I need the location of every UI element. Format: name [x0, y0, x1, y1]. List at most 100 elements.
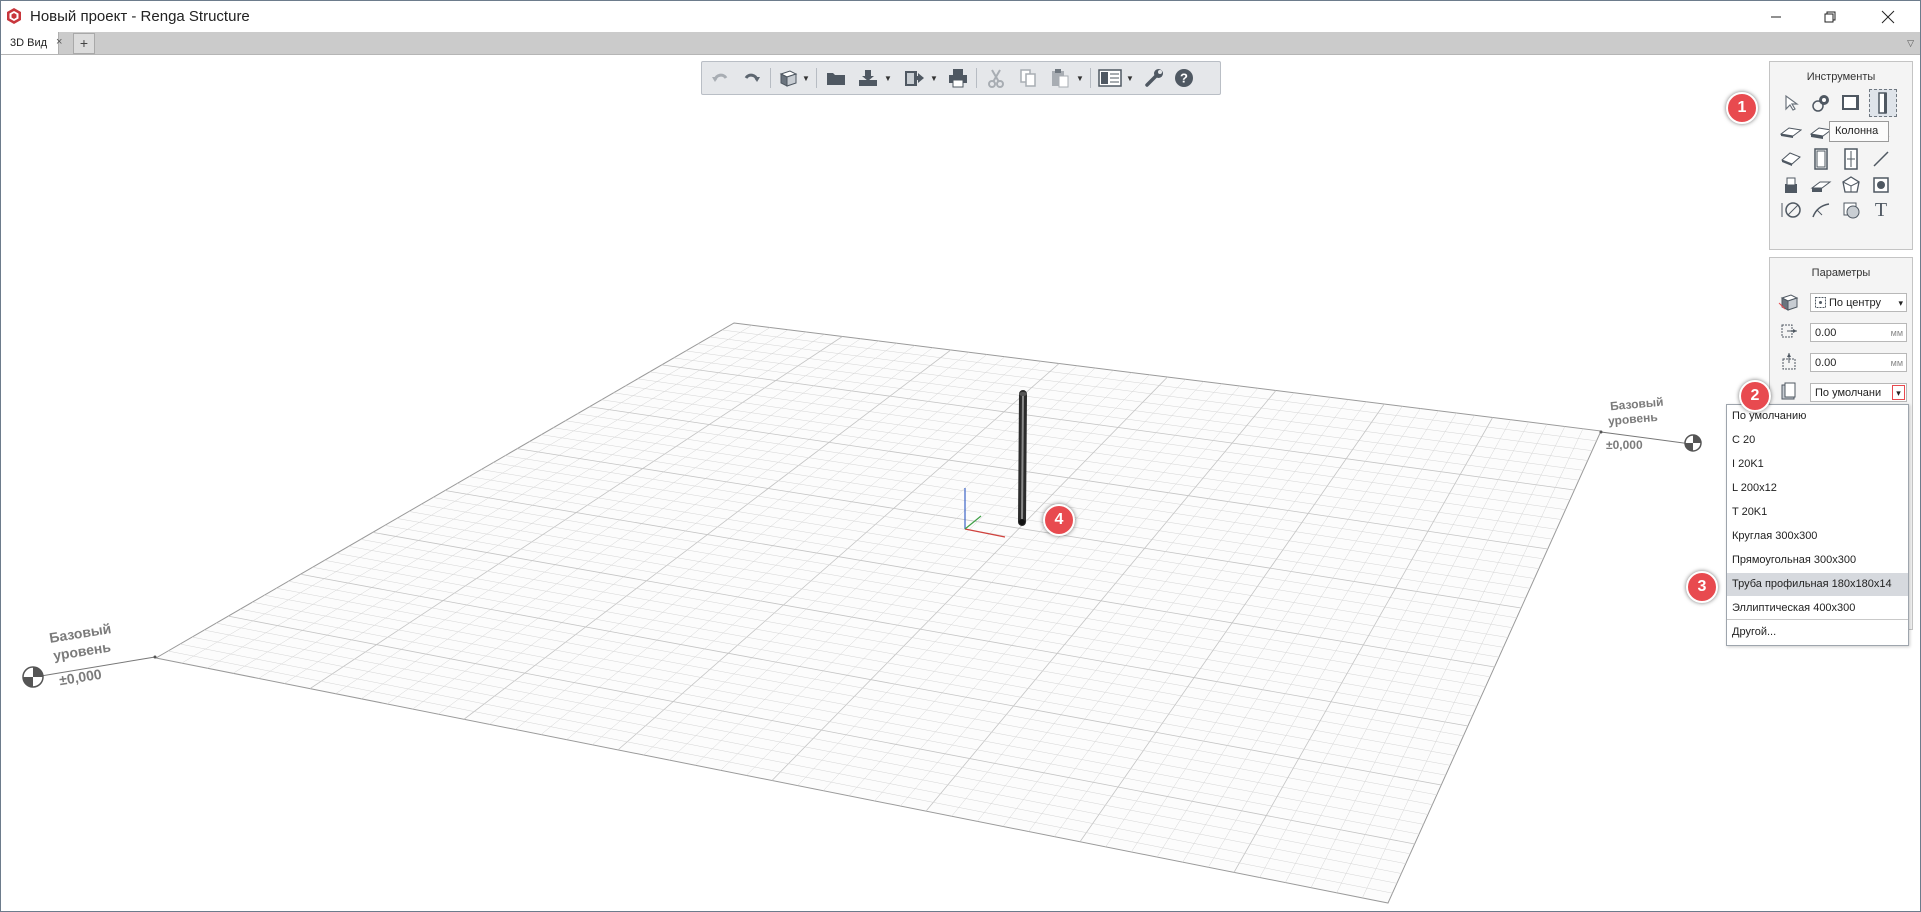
horizontal-offset-icon	[1778, 320, 1800, 342]
elevation-mark-tool[interactable]	[1808, 197, 1834, 223]
offset-z-field[interactable]: 0.00 мм	[1810, 353, 1907, 372]
alignment-dropdown-arrow[interactable]: ▾	[1898, 298, 1903, 309]
section-option[interactable]: Эллиптическая 400x300	[1727, 597, 1908, 620]
section-dropdown-list: По умолчанию C 20 I 20K1 L 200x12 T 20K1…	[1726, 404, 1909, 646]
section-option[interactable]: I 20K1	[1727, 453, 1908, 476]
text-tool-glyph: T	[1874, 198, 1888, 221]
window-tool[interactable]	[1838, 146, 1864, 172]
section-option[interactable]: L 200x12	[1727, 477, 1908, 500]
alignment-param-icon	[1778, 290, 1800, 312]
app-window: Новый проект - Renga Structure 3D Вид × …	[0, 0, 1921, 912]
axes-tool[interactable]	[1808, 90, 1834, 116]
minimize-icon	[1771, 16, 1781, 17]
export-button[interactable]	[902, 66, 926, 90]
stair-icon	[1785, 177, 1797, 193]
3d-viewport[interactable]: Базовый уровень ±0,000 Базовый уровень ±…	[1, 55, 1920, 911]
wall-icon	[1842, 95, 1859, 110]
tab-3d-view[interactable]: 3D Вид ×	[1, 32, 62, 54]
title-bar: Новый проект - Renga Structure	[1, 1, 1920, 32]
open-folder-icon	[827, 73, 845, 85]
export-dropdown-arrow[interactable]: ▼	[930, 74, 938, 83]
alignment-select[interactable]: По центру ▾	[1810, 293, 1907, 312]
minimize-button[interactable]	[1753, 1, 1799, 32]
settings-button[interactable]	[1142, 66, 1166, 90]
view-mode-dropdown-arrow[interactable]: ▼	[802, 74, 810, 83]
add-tab-button[interactable]: +	[73, 33, 95, 54]
select-tool[interactable]	[1778, 90, 1804, 116]
section-dropdown-arrow[interactable]: ▾	[1892, 385, 1905, 400]
restore-button[interactable]	[1807, 1, 1853, 32]
callout-badge-4: 4	[1043, 504, 1075, 536]
toolbar-separator	[976, 68, 977, 88]
dimension-tool[interactable]	[1778, 197, 1804, 223]
equipment-tool[interactable]	[1868, 172, 1894, 198]
section-option[interactable]: C 20	[1727, 429, 1908, 452]
close-window-button[interactable]	[1865, 1, 1911, 32]
tooltip-text: Колонна	[1835, 125, 1879, 137]
line-icon	[1873, 151, 1889, 167]
redo-icon	[744, 73, 760, 82]
parameters-panel-title: Параметры	[1811, 267, 1871, 279]
hatch-icon	[1843, 202, 1860, 219]
cut-icon	[988, 69, 1004, 88]
column-tool[interactable]	[1869, 89, 1897, 117]
copy-icon	[1020, 69, 1036, 87]
axis-grid-icon	[1812, 95, 1829, 112]
stair-tool[interactable]	[1778, 172, 1804, 198]
copy-button[interactable]	[1016, 66, 1040, 90]
redo-button[interactable]	[740, 66, 764, 90]
paste-dropdown-arrow[interactable]: ▼	[1076, 74, 1084, 83]
window-icon	[1844, 148, 1858, 170]
section-select[interactable]: По умолчани ▾	[1810, 383, 1907, 402]
section-option[interactable]: T 20K1	[1727, 501, 1908, 524]
door-tool[interactable]	[1808, 146, 1834, 172]
equipment-icon	[1873, 177, 1889, 193]
line-tool[interactable]	[1868, 146, 1894, 172]
column-object[interactable]	[1018, 390, 1027, 526]
view-cube-icon	[779, 70, 798, 87]
window-title: Новый проект - Renga Structure	[30, 8, 250, 25]
section-option-other[interactable]: Другой...	[1727, 621, 1908, 644]
dimension-icon	[1781, 202, 1801, 218]
display-mode-button[interactable]	[1098, 66, 1122, 90]
column-icon	[1878, 92, 1887, 114]
grid-plane	[154, 322, 1602, 904]
roof-icon	[1781, 152, 1801, 166]
roof-tool[interactable]	[1778, 146, 1804, 172]
section-option[interactable]: Прямоугольная 300x300	[1727, 549, 1908, 572]
slab-icon	[1780, 127, 1802, 138]
open-button[interactable]	[824, 66, 848, 90]
hatch-tool[interactable]	[1838, 197, 1864, 223]
renga-logo-icon	[7, 8, 21, 24]
cut-button[interactable]	[984, 66, 1008, 90]
tools-panel: Инструменты T	[1769, 61, 1913, 250]
display-mode-dropdown-arrow[interactable]: ▼	[1126, 74, 1134, 83]
toolbar-separator	[1090, 68, 1091, 88]
section-option-highlighted[interactable]: Труба профильная 180x180x14	[1727, 573, 1908, 596]
view-mode-button[interactable]	[776, 66, 800, 90]
display-mode-icon	[1098, 69, 1122, 87]
curve-icon	[1812, 203, 1830, 218]
element-tool[interactable]	[1838, 172, 1864, 198]
import-dropdown-arrow[interactable]: ▼	[884, 74, 892, 83]
close-icon	[1881, 10, 1895, 23]
text-tool[interactable]: T	[1868, 197, 1894, 223]
settings-wrench-icon	[1145, 69, 1163, 87]
tab-menu-button[interactable]: ▽	[1907, 38, 1914, 49]
undo-button[interactable]	[708, 66, 732, 90]
print-button[interactable]	[946, 66, 970, 90]
wall-tool[interactable]	[1838, 90, 1864, 116]
import-button[interactable]	[856, 66, 880, 90]
paste-icon	[1052, 69, 1069, 88]
tab-close-button[interactable]: ×	[56, 36, 62, 48]
vertical-offset-icon	[1778, 350, 1800, 372]
paste-button[interactable]	[1048, 66, 1072, 90]
section-option[interactable]: Круглая 300x300	[1727, 525, 1908, 548]
print-icon	[949, 69, 967, 88]
ramp-tool[interactable]	[1808, 172, 1834, 198]
help-button[interactable]: ?	[1172, 66, 1196, 90]
toolbar-separator	[770, 68, 771, 88]
slab-tool[interactable]	[1778, 119, 1804, 145]
center-alignment-icon	[1815, 297, 1826, 308]
offset-x-field[interactable]: 0.00 мм	[1810, 323, 1907, 342]
